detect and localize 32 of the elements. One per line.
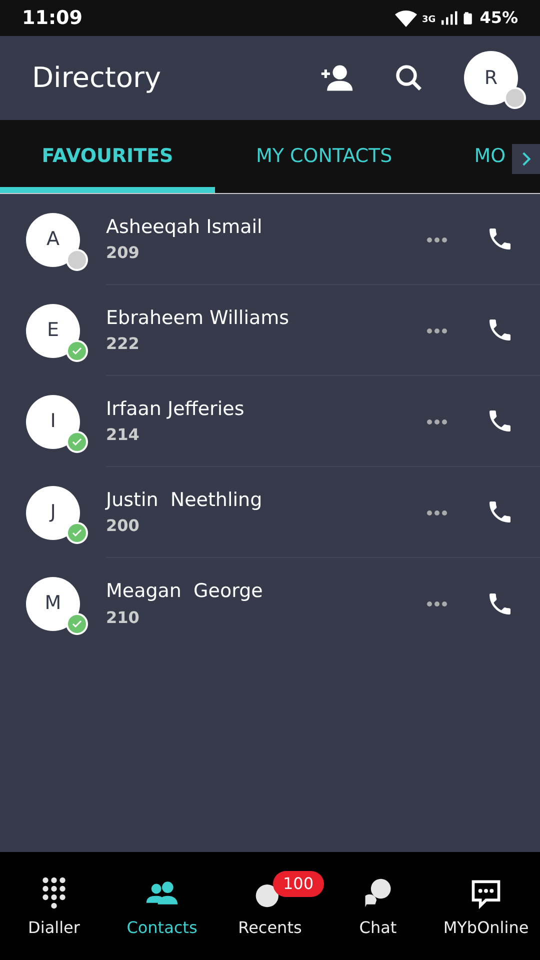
contact-name: Irfaan Jefferies xyxy=(106,396,244,422)
tab[interactable]: FAVOURITES xyxy=(0,120,215,193)
search-button[interactable] xyxy=(394,63,424,93)
profile-avatar[interactable]: R xyxy=(464,51,518,105)
count-badge: 100 xyxy=(273,871,324,897)
network-text: 3G xyxy=(422,14,436,27)
nav-tab[interactable]: MYbOnline xyxy=(432,852,540,960)
contact-avatar: E xyxy=(26,304,80,358)
extension-text: 200 xyxy=(106,515,140,538)
tab[interactable]: MO xyxy=(433,120,540,193)
tab[interactable]: MY CONTACTS xyxy=(215,120,434,193)
contact-avatar: A xyxy=(26,212,80,266)
contact-avatar: M xyxy=(26,576,80,630)
contact-avatar: I xyxy=(26,394,80,448)
page-title: Directory xyxy=(32,60,162,96)
extension-text: 222 xyxy=(106,333,140,356)
clock-text: 11:09 xyxy=(22,6,82,31)
nav-tab[interactable]: Dialler xyxy=(0,852,108,960)
extension-text: 214 xyxy=(106,424,140,446)
battery-text: 45% xyxy=(480,7,518,29)
nav-tab[interactable]: Chat xyxy=(324,852,432,960)
contact-name: Justin Neethling xyxy=(106,488,262,513)
contact-avatar: J xyxy=(26,486,80,540)
extension-text: 210 xyxy=(106,606,140,629)
contact-name: Meagan George xyxy=(106,579,263,604)
nav-tab[interactable]: Contacts xyxy=(108,852,216,960)
contact-name: Asheeqah Ismail xyxy=(106,214,262,240)
nav-tab[interactable]: 100 Recents xyxy=(216,852,324,960)
scroll-right-button[interactable] xyxy=(512,144,540,174)
extension-text: 209 xyxy=(106,242,140,264)
search-icon xyxy=(394,63,424,93)
contact-name: Ebraheem Williams xyxy=(106,306,290,331)
